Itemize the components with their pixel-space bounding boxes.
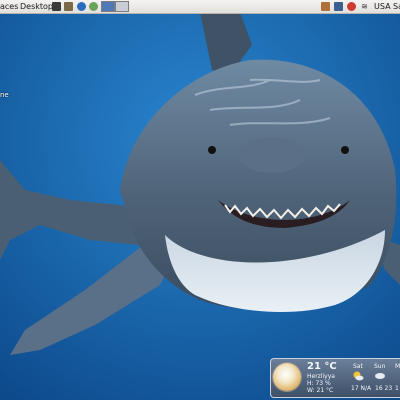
top-panel: aces Desktop ≋ USA Sa [0,0,400,14]
notification-tray-icon[interactable] [321,2,330,11]
network-tray-icon[interactable] [334,2,343,11]
desktop-menu[interactable]: Desktop [20,0,53,13]
mail-launcher-icon[interactable] [89,2,98,11]
forecast-day-label: M [395,363,400,370]
workspace-switcher-1[interactable] [101,1,115,12]
browser-launcher-icon[interactable] [77,2,86,11]
places-menu[interactable]: aces [0,0,18,13]
forecast-temps: 16 23 [375,385,393,392]
forecast-temps: 1 [395,385,399,392]
weather-current-icon [273,363,301,391]
weather-widget[interactable]: 21 °C Herzliyya H: 73 % W: 21 °C Sat 17 … [270,358,400,398]
wifi-tray-icon[interactable]: ≋ [360,2,369,11]
keyboard-layout-indicator[interactable]: USA [374,0,391,13]
cloud-icon [375,373,385,379]
forecast-day-label: Sun [374,363,386,370]
user-menu[interactable]: Sa [393,0,400,13]
humidity: H: 73 % [307,380,331,387]
stop-tray-icon[interactable] [347,2,356,11]
wind: W: 21 °C [307,387,334,394]
workspace-switcher-2[interactable] [115,1,129,12]
shark-right-eye [341,146,349,154]
desktop-wallpaper [0,0,400,400]
sun-cloud-icon [353,371,364,381]
editor-launcher-icon[interactable] [64,2,73,11]
current-temperature: 21 °C [307,361,337,372]
terminal-launcher-icon[interactable] [52,2,61,11]
desktop-icon-label[interactable]: ne [0,91,9,99]
city-name: Herzliyya [307,373,335,380]
forecast-temps: 17 N/A [351,385,372,392]
shark-snout [240,137,304,173]
shark-left-eye [208,146,216,154]
forecast-day-label: Sat [353,363,363,370]
